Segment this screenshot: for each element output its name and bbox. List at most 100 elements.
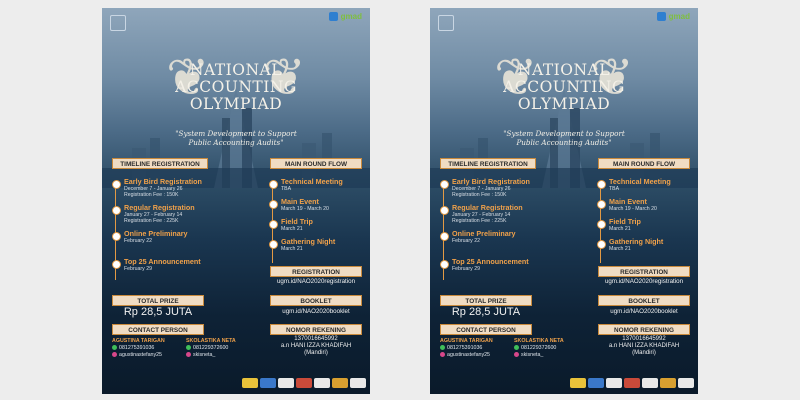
account-holder: a.n HANI IZZA KHADIFAH [280, 343, 352, 349]
event-title: NATIONAL ACCOUNTING OLYMPIAD [430, 62, 698, 113]
timeline-dot-icon [440, 180, 449, 189]
sponsor-logo-icon [278, 378, 294, 388]
contact-phone[interactable]: 081275391036 [447, 345, 482, 351]
booklet-link[interactable]: ugm.id/NAO2020booklet [590, 308, 698, 315]
contact-instagram[interactable]: agustinastefany25 [447, 352, 490, 358]
booklet-link[interactable]: ugm.id/NAO2020booklet [262, 308, 370, 315]
timeline-dot-icon [440, 206, 449, 215]
flow-item-detail: TBA [609, 186, 620, 192]
sponsor-logo-icon [296, 378, 312, 388]
timeline-item: Top 25 Announcement February 29 [440, 258, 564, 272]
timeline-dot-icon [440, 260, 449, 269]
timeline-dot-icon [112, 206, 121, 215]
timeline-header: TIMELINE REGISTRATION [112, 158, 208, 169]
timeline-item-title: Online Preliminary [452, 229, 516, 238]
account-number: 1370016645992 [622, 336, 666, 342]
sponsor-logos-top: gmad [328, 12, 362, 21]
contact-phone[interactable]: 081275391036 [119, 345, 154, 351]
rekening-header: NOMOR REKENING [270, 324, 362, 335]
timeline-dot-icon [112, 180, 121, 189]
contact-phone[interactable]: 081229372600 [521, 345, 556, 351]
timeline-item: Regular Registration January 27 - Februa… [440, 204, 564, 224]
sponsor-logo-icon [314, 378, 330, 388]
contact-phone[interactable]: 081229372600 [193, 345, 228, 351]
timeline-item-detail: Registration Fee : 225K [452, 218, 507, 224]
sponsor-logo-icon [624, 378, 640, 388]
timeline-item: Regular Registration January 27 - Februa… [112, 204, 236, 224]
flow-item-title: Gathering Night [609, 237, 664, 246]
flow-dot-icon [597, 200, 606, 209]
flow-list: Technical Meeting TBA Main Event March 1… [597, 178, 692, 258]
flow-item-detail: TBA [281, 186, 292, 192]
contact-name: SKOLASTIKA NETA [186, 338, 236, 344]
timeline-item: Top 25 Announcement February 29 [112, 258, 236, 272]
flow-item-title: Main Event [281, 197, 319, 206]
timeline-item: Online Preliminary February 22 [112, 230, 236, 244]
subtitle-line: "System Development to Support [503, 129, 625, 138]
title-line: NATIONAL [517, 61, 611, 79]
timeline-dot-icon [112, 260, 121, 269]
account-holder: a.n HANI IZZA KHADIFAH [608, 343, 680, 349]
timeline-item-title: Early Bird Registration [452, 177, 530, 186]
contact-instagram[interactable]: skisneta_ [193, 352, 215, 358]
timeline-item-title: Early Bird Registration [124, 177, 202, 186]
prize-value: Rp 28,5 JUTA [451, 306, 521, 318]
sponsor-logo-icon [678, 378, 694, 388]
flow-item-detail: March 21 [281, 246, 303, 252]
event-subtitle: "System Development to Support Public Ac… [102, 129, 370, 147]
registration-link[interactable]: ugm.id/NAO2020registration [590, 278, 698, 285]
flow-item: Gathering Night March 21 [269, 238, 364, 252]
title-line: NATIONAL [189, 61, 283, 79]
poster-left: gmad ❦ ❦ NATIONAL ACCOUNTING OLYMPIAD "S… [102, 8, 370, 394]
timeline-item-detail: February 22 [452, 238, 480, 244]
contact-instagram[interactable]: skisneta_ [521, 352, 543, 358]
gmad-logo-text: gmad [340, 12, 362, 21]
contact-instagram[interactable]: agustinastefany25 [119, 352, 162, 358]
timeline-item-title: Regular Registration [452, 203, 523, 212]
account-number: 1370016645992 [294, 336, 338, 342]
flow-item: Field Trip March 21 [269, 218, 364, 232]
flow-item-title: Technical Meeting [609, 177, 671, 186]
subtitle-line: Public Accounting Audits" [516, 138, 612, 147]
sponsor-logo-icon [332, 378, 348, 388]
sponsor-logo-icon [350, 378, 366, 388]
flow-dot-icon [269, 240, 278, 249]
sponsor-mini-icon [656, 12, 666, 21]
sponsor-logo-icon [660, 378, 676, 388]
timeline-list: Early Bird Registration December 7 - Jan… [440, 178, 564, 276]
sponsor-logos-bottom [570, 376, 694, 390]
flow-item-title: Technical Meeting [281, 177, 343, 186]
instagram-icon [112, 352, 117, 358]
flow-header: MAIN ROUND FLOW [270, 158, 362, 169]
timeline-item: Online Preliminary February 22 [440, 230, 564, 244]
sponsor-logo-icon [588, 378, 604, 388]
flow-item-title: Field Trip [609, 217, 641, 226]
timeline-dot-icon [112, 232, 121, 241]
prize-value: Rp 28,5 JUTA [123, 306, 193, 318]
contact-header: CONTACT PERSON [440, 324, 532, 335]
flow-item: Technical Meeting TBA [597, 178, 692, 192]
registration-link[interactable]: ugm.id/NAO2020registration [262, 278, 370, 285]
flow-dot-icon [269, 200, 278, 209]
instagram-icon [186, 352, 191, 358]
sponsor-logo-icon [570, 378, 586, 388]
contact-header: CONTACT PERSON [112, 324, 204, 335]
title-line: OLYMPIAD [517, 95, 611, 113]
title-line: OLYMPIAD [189, 95, 283, 113]
timeline-dot-icon [440, 232, 449, 241]
event-title: NATIONAL ACCOUNTING OLYMPIAD [102, 62, 370, 113]
flow-dot-icon [597, 240, 606, 249]
flow-item-title: Gathering Night [281, 237, 336, 246]
flow-item-detail: March 21 [609, 246, 631, 252]
contact-name: AGUSTINA TARIGAN [112, 338, 165, 344]
title-line: ACCOUNTING [175, 78, 297, 96]
whatsapp-icon [440, 345, 445, 351]
account-bank: (Mandiri) [304, 350, 328, 356]
contact-name: SKOLASTIKA NETA [514, 338, 564, 344]
sponsor-logo-icon [242, 378, 258, 388]
sponsor-logo-icon [606, 378, 622, 388]
contact-person: AGUSTINA TARIGAN 081275391036 agustinast… [112, 338, 176, 359]
whatsapp-icon [112, 345, 117, 351]
event-subtitle: "System Development to Support Public Ac… [430, 129, 698, 147]
flow-item-title: Field Trip [281, 217, 313, 226]
